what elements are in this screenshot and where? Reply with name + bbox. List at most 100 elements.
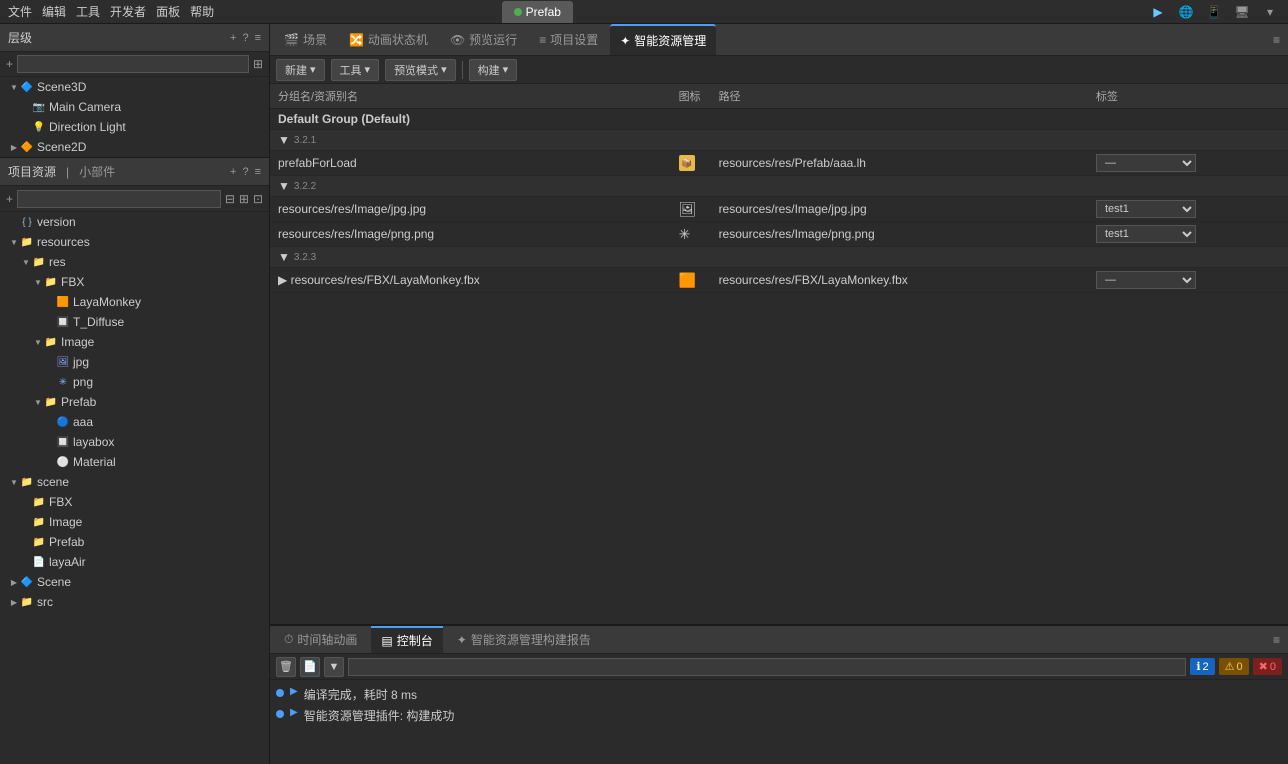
row-png-tag[interactable]: test1 — <box>1088 222 1288 247</box>
tab-scene[interactable]: 🎬 场景 <box>274 24 337 55</box>
hierarchy-help-icon[interactable]: ? <box>242 32 248 44</box>
row-jpg-tag[interactable]: test1 — <box>1088 197 1288 222</box>
hierarchy-add-icon[interactable]: + <box>230 32 236 44</box>
tab-preview[interactable]: 👁 预览运行 <box>440 24 527 55</box>
asset-scene-prefab[interactable]: 📁 Prefab <box>0 532 269 552</box>
row-fbx-tag[interactable]: — test1 <box>1088 268 1288 293</box>
hierarchy-search-input[interactable] <box>17 55 249 73</box>
expand-icon[interactable]: ⊡ <box>253 192 263 206</box>
tab-menu-button[interactable]: ≡ <box>1269 29 1284 51</box>
tab-asset-manager[interactable]: ✦ 智能资源管理 <box>610 24 716 55</box>
tree-direction-light[interactable]: 💡 Direction Light <box>0 117 269 137</box>
asset-png[interactable]: ✳ png <box>0 372 269 392</box>
info-badge[interactable]: ℹ 2 <box>1190 658 1214 675</box>
row-fbx[interactable]: ▶ resources/res/FBX/LayaMonkey.fbx 🟧 res… <box>270 268 1288 293</box>
tab-console[interactable]: ▤ 控制台 <box>371 626 442 653</box>
right-panel: 🎬 场景 🔀 动画状态机 👁 预览运行 ≡ 项目设置 ✦ 智能资源管理 ≡ <box>270 24 1288 764</box>
menu-panel[interactable]: 面板 <box>156 3 180 20</box>
play-button[interactable]: ▶ <box>1148 2 1168 22</box>
filter-icon[interactable]: ⊟ <box>225 192 235 206</box>
tools-button[interactable]: 工具 ▾ <box>331 59 380 81</box>
prefabforload-tag-select[interactable]: — test1 <box>1096 154 1196 172</box>
asset-help-icon[interactable]: ? <box>242 166 248 178</box>
scene-image-icon: 📁 <box>32 515 46 529</box>
asset-tdiffuse[interactable]: 🔲 T_Diffuse <box>0 312 269 332</box>
phone-button[interactable]: 📱 <box>1204 2 1224 22</box>
scene3d-arrow[interactable]: ▼ <box>8 81 20 93</box>
bottom-tab-menu[interactable]: ≡ <box>1269 629 1284 651</box>
asset-search-input[interactable] <box>17 190 221 208</box>
menu-tools[interactable]: 工具 <box>76 3 100 20</box>
asset-res[interactable]: ▼ 📁 res <box>0 252 269 272</box>
globe-button[interactable]: 🌐 <box>1176 2 1196 22</box>
asset-resources[interactable]: ▼ 📁 resources <box>0 232 269 252</box>
monitor-button[interactable]: 🖥 <box>1232 2 1252 22</box>
asset-layabox[interactable]: 🔲 layabox <box>0 432 269 452</box>
layabox-label: layabox <box>73 435 114 449</box>
tree-scene3d[interactable]: ▼ 🔷 Scene3D <box>0 77 269 97</box>
asset-add-btn[interactable]: + <box>6 192 13 206</box>
asset-menu-icon[interactable]: ≡ <box>255 166 261 178</box>
asset-layamonkey[interactable]: 🟧 LayaMonkey <box>0 292 269 312</box>
asset-scene-image[interactable]: 📁 Image <box>0 512 269 532</box>
row-prefabforload-icon-cell: 📦 <box>671 151 711 176</box>
jpg-tag-select[interactable]: test1 — <box>1096 200 1196 218</box>
menu-edit[interactable]: 编辑 <box>42 3 66 20</box>
asset-fbx-folder[interactable]: ▼ 📁 FBX <box>0 272 269 292</box>
save-log-btn[interactable]: 📄 <box>300 657 320 677</box>
new-button[interactable]: 新建 ▾ <box>276 59 325 81</box>
asset-material[interactable]: ⚪ Material <box>0 452 269 472</box>
tab-animation[interactable]: 🔀 动画状态机 <box>339 24 438 55</box>
fbx-tag-select[interactable]: — test1 <box>1096 271 1196 289</box>
asset-src[interactable]: ▶ 📁 src <box>0 592 269 612</box>
asset-scene-fbx[interactable]: 📁 FBX <box>0 492 269 512</box>
menu-bar[interactable]: 文件 编辑 工具 开发者 面板 帮助 <box>8 3 214 20</box>
menu-help[interactable]: 帮助 <box>190 3 214 20</box>
asset-add-icon[interactable]: + <box>230 166 236 178</box>
tab-timeline[interactable]: ⏱ 时间轴动画 <box>274 626 367 653</box>
fbx-expand-arrow[interactable]: ▶ <box>278 273 287 287</box>
row-png[interactable]: resources/res/Image/png.png ✳ resources/… <box>270 222 1288 247</box>
asset-scene-folder[interactable]: ▼ 📁 scene <box>0 472 269 492</box>
row-prefabforload[interactable]: prefabForLoad 📦 resources/res/Prefab/aaa… <box>270 151 1288 176</box>
section-322[interactable]: ▼ 3.2.2 <box>270 176 1288 197</box>
build-button[interactable]: 构建 ▾ <box>469 59 518 81</box>
center-controls: Prefab <box>502 1 573 23</box>
tree-main-camera[interactable]: 📷 Main Camera <box>0 97 269 117</box>
grid-icon[interactable]: ⊞ <box>239 192 249 206</box>
row-jpg[interactable]: resources/res/Image/jpg.jpg 🖼 resources/… <box>270 197 1288 222</box>
tree-scene2d[interactable]: ▶ 🔶 Scene2D <box>0 137 269 157</box>
section-323[interactable]: ▼ 3.2.3 <box>270 247 1288 268</box>
asset-jpg[interactable]: 🖼 jpg <box>0 352 269 372</box>
info-icon: ℹ <box>1196 660 1200 673</box>
asset-aaa[interactable]: 🔵 aaa <box>0 412 269 432</box>
preview-button[interactable]: 预览模式 ▾ <box>385 59 456 81</box>
console-search-input[interactable] <box>348 658 1186 676</box>
hierarchy-expand-icon[interactable]: ⊞ <box>253 57 263 71</box>
prefab-tab[interactable]: Prefab <box>502 1 573 23</box>
warn-badge[interactable]: ⚠ 0 <box>1219 658 1249 675</box>
asset-prefab-folder[interactable]: ▼ 📁 Prefab <box>0 392 269 412</box>
hierarchy-menu-icon[interactable]: ≡ <box>255 32 261 44</box>
row-prefabforload-tag[interactable]: — test1 <box>1088 151 1288 176</box>
asset-scene-node[interactable]: ▶ 🔷 Scene <box>0 572 269 592</box>
asset-version[interactable]: { } version <box>0 212 269 232</box>
section-322-arrow: ▼ <box>278 179 290 193</box>
hierarchy-add-btn[interactable]: + <box>6 57 13 71</box>
scene2d-arrow[interactable]: ▶ <box>8 141 20 153</box>
dropdown-button[interactable]: ▾ <box>1260 2 1280 22</box>
asset-image-folder[interactable]: ▼ 📁 Image <box>0 332 269 352</box>
layamonkey-icon: 🟧 <box>56 295 70 309</box>
filter-log-btn[interactable]: ▼ <box>324 657 344 677</box>
asset-layaair[interactable]: 📄 layaAir <box>0 552 269 572</box>
section-321[interactable]: ▼ 3.2.1 <box>270 130 1288 151</box>
clear-console-btn[interactable]: 🗑 <box>276 657 296 677</box>
menu-dev[interactable]: 开发者 <box>110 3 146 20</box>
tab-build-report[interactable]: ✦ 智能资源管理构建报告 <box>447 626 601 653</box>
tab-settings-label: 项目设置 <box>550 31 598 48</box>
menu-file[interactable]: 文件 <box>8 3 32 20</box>
error-badge[interactable]: ✖ 0 <box>1253 658 1282 675</box>
console-line-0: ▶ 编译完成，耗时 8 ms <box>276 684 1282 705</box>
png-tag-select[interactable]: test1 — <box>1096 225 1196 243</box>
tab-settings[interactable]: ≡ 项目设置 <box>529 24 608 55</box>
